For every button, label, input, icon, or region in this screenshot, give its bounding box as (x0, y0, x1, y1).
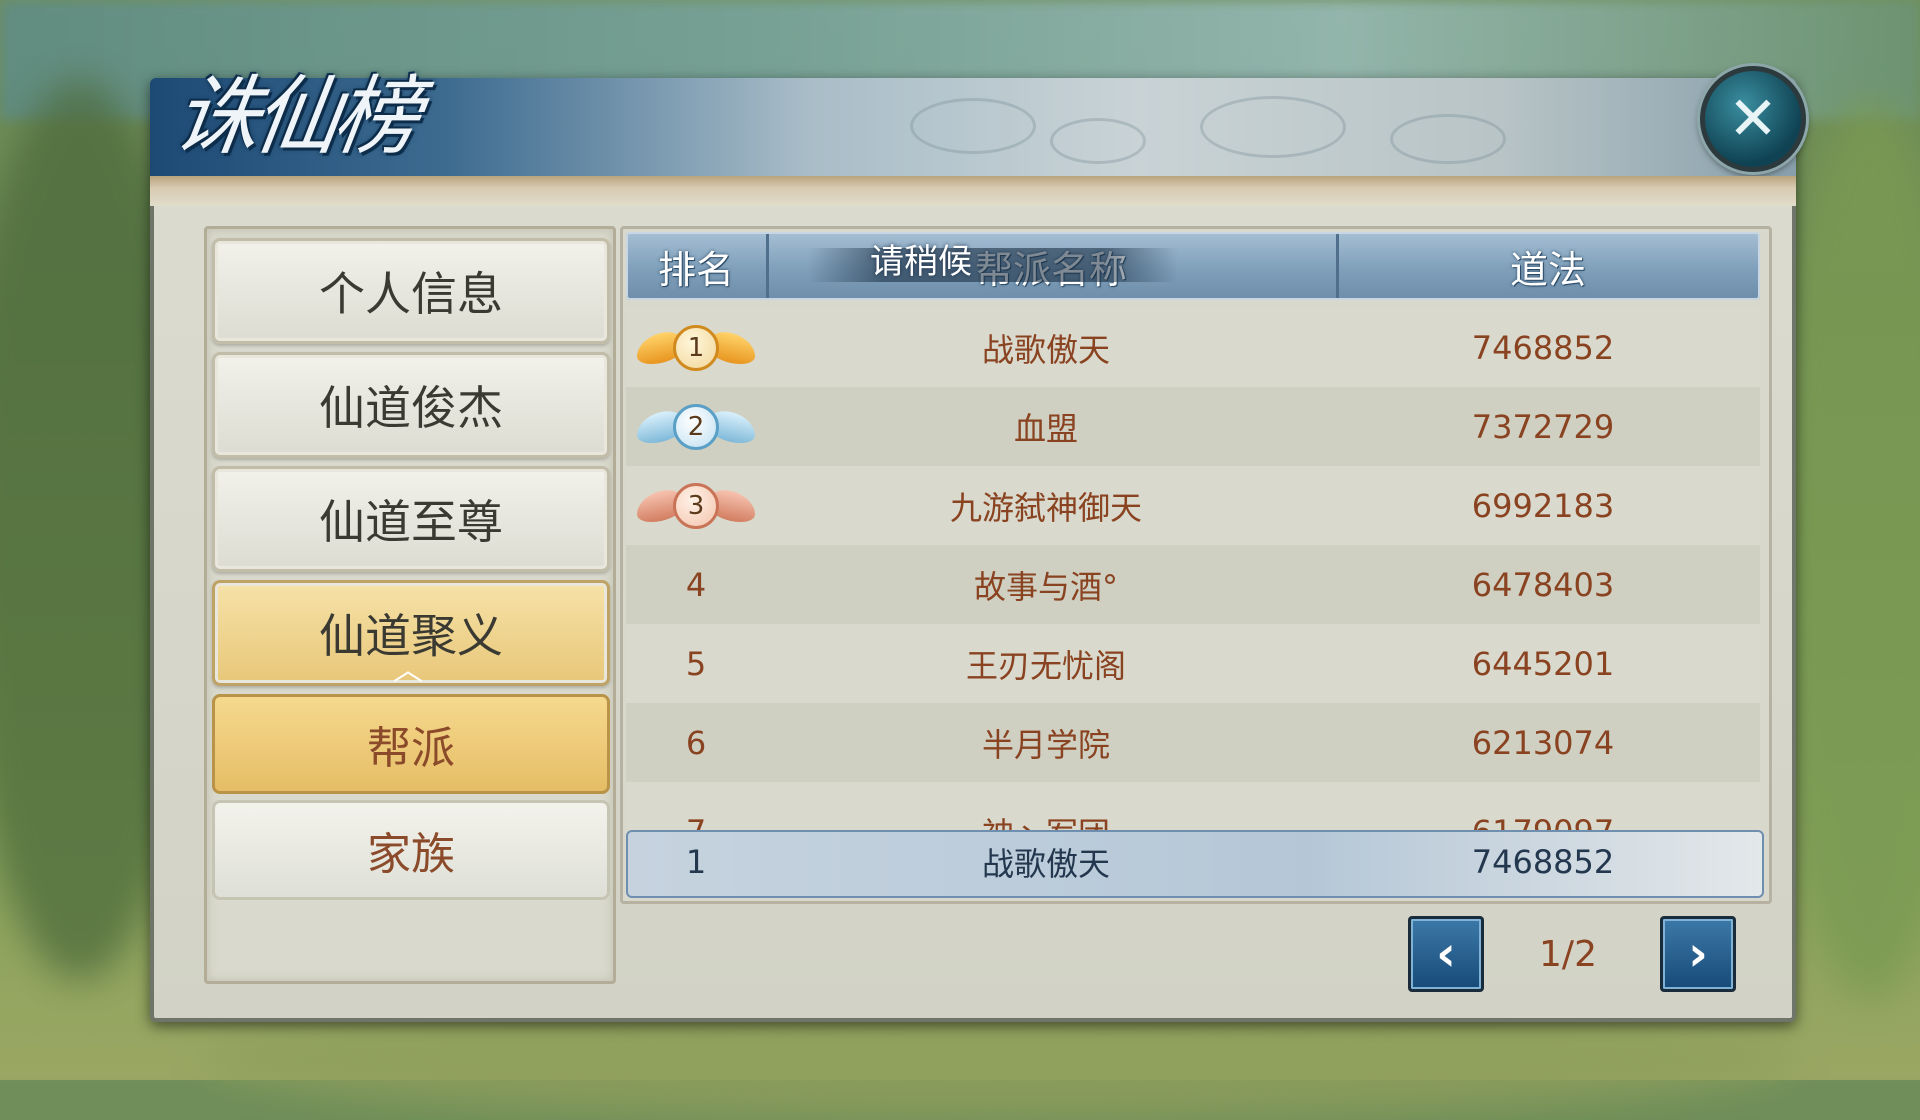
table-row[interactable]: 3 九游弑神御天 6992183 (626, 466, 1760, 545)
score-value: 6478403 (1471, 565, 1615, 604)
nav-xiandao-junjie[interactable]: 仙道俊杰 (212, 352, 610, 458)
score-value: 7372729 (1471, 407, 1615, 446)
silver-medal-icon: 2 (631, 402, 761, 452)
loading-text: 请稍候 (870, 242, 972, 282)
rank-cell: 2 (626, 387, 766, 466)
gold-medal-icon: 1 (631, 323, 761, 373)
close-button[interactable]: ✕ (1700, 66, 1806, 172)
guild-name: 血盟 (1013, 409, 1078, 448)
cloud-ornament (1200, 96, 1346, 158)
rank-number: 3 (673, 482, 719, 529)
my-rank: 1 (685, 843, 707, 881)
guild-name: 半月学院 (981, 725, 1110, 764)
nav-personal-info[interactable]: 个人信息 (212, 238, 610, 344)
cloud-ornament (910, 98, 1036, 154)
chevron-right-icon: › (1688, 926, 1708, 982)
rank-cell: 7 (626, 792, 766, 831)
column-header-rank: 排名 (657, 247, 734, 292)
column-header-score: 道法 (1509, 247, 1586, 292)
table-row[interactable]: 5 王刃无忧阁 6445201 (626, 624, 1760, 703)
title-trim (150, 176, 1796, 206)
page-indicator: 1/2 (1539, 933, 1597, 975)
table-row[interactable]: 2 血盟 7372729 (626, 387, 1760, 466)
subnav-label: 帮派 (367, 723, 455, 774)
chevron-left-icon: ‹ (1436, 926, 1456, 982)
guild-name: 王刃无忧阁 (965, 646, 1126, 685)
guild-name: 九游弑神御天 (949, 488, 1142, 527)
score-value: 6445201 (1471, 644, 1615, 683)
guild-name: 故事与酒° (973, 567, 1118, 606)
guild-name: 战歌傲天 (981, 330, 1110, 369)
subnav-label: 家族 (367, 829, 455, 880)
next-page-button[interactable]: › (1660, 916, 1736, 992)
subnav-family[interactable]: 家族 (212, 800, 610, 900)
rank-cell: 1 (626, 308, 766, 387)
table-row[interactable]: 6 半月学院 6213074 (626, 703, 1760, 782)
table-row[interactable]: 4 故事与酒° 6478403 (626, 545, 1760, 624)
score-value: 7468852 (1471, 328, 1615, 367)
window-title: 诛仙榜 (166, 67, 421, 167)
bronze-medal-icon: 3 (631, 481, 761, 531)
table-row[interactable]: 1 战歌傲天 7468852 (626, 308, 1760, 387)
close-icon: ✕ (1727, 84, 1779, 154)
nav-label: 个人信息 (319, 267, 503, 321)
cloud-ornament (1050, 118, 1146, 164)
cloud-ornament (1390, 114, 1506, 164)
subnav-guild[interactable]: 帮派 (212, 694, 610, 794)
my-score: 7468852 (1471, 843, 1615, 881)
rank-number: 1 (673, 324, 719, 371)
rank-cell: 4 (685, 565, 707, 604)
prev-page-button[interactable]: ‹ (1408, 916, 1484, 992)
rank-number: 2 (673, 403, 719, 450)
table-row[interactable]: 7 神丶军团 6179097 (626, 782, 1760, 830)
loading-overlay (808, 248, 1178, 282)
score-value: 6213074 (1471, 723, 1615, 762)
rank-cell: 6 (685, 723, 707, 762)
rank-cell: 3 (626, 466, 766, 545)
my-guild-name: 战歌傲天 (981, 845, 1110, 883)
nav-label: 仙道至尊 (319, 495, 503, 549)
nav-xiandao-zhizun[interactable]: 仙道至尊 (212, 466, 610, 572)
score-value: 6179097 (1326, 792, 1760, 831)
score-value: 6992183 (1471, 486, 1615, 525)
rank-cell: 5 (685, 644, 707, 683)
guild-name: 神丶军团 (766, 792, 1326, 831)
nav-label: 仙道俊杰 (319, 381, 503, 435)
expand-arrow-icon: ︿ (393, 653, 423, 688)
